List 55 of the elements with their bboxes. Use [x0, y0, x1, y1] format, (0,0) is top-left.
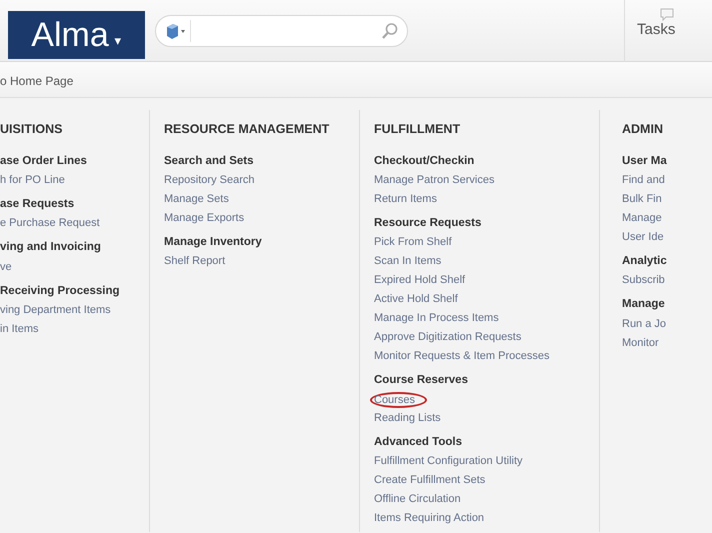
tasks-link[interactable]: Tasks — [637, 19, 676, 42]
menu-link[interactable]: Monitor — [622, 334, 659, 352]
menu-link[interactable]: h for PO Line — [0, 171, 65, 189]
search-box[interactable] — [155, 14, 408, 46]
menu-link[interactable]: Manage Sets — [164, 190, 229, 208]
group-heading: ving and Invoicing — [0, 240, 102, 256]
menu-link[interactable]: in Items — [0, 320, 39, 338]
section-title: RESOURCE MANAGEMENT — [164, 121, 330, 138]
group-heading: Advanced Tools — [374, 434, 463, 450]
home-page-link[interactable]: o Home Page — [0, 74, 74, 88]
menu-link[interactable]: Find and — [622, 171, 665, 189]
menu-link[interactable]: Pick From Shelf — [374, 233, 452, 252]
group-heading: Resource Requests — [374, 216, 482, 231]
menu-link[interactable]: Run a Jo — [622, 314, 666, 332]
menu-link[interactable]: e Purchase Request — [0, 214, 100, 232]
group-heading: ase Requests — [0, 197, 76, 212]
menu-link[interactable]: Manage Exports — [164, 209, 244, 227]
menu-link[interactable]: Manage — [622, 209, 662, 227]
search-icon[interactable] — [381, 22, 399, 40]
menu-link[interactable]: Approve Digitization Requests — [374, 328, 522, 346]
menu-link[interactable]: Create Fulfillment Sets — [374, 470, 486, 489]
logo-menu-button[interactable]: Alma ▾ — [8, 11, 145, 59]
group-heading: Manage Inventory — [164, 235, 263, 250]
menu-link[interactable]: Scan In Items — [374, 252, 442, 270]
menu-link[interactable]: Return Items — [374, 190, 437, 208]
menu-link[interactable]: Active Hold Shelf — [374, 290, 458, 308]
menu-link[interactable]: ving Department Items — [0, 300, 111, 319]
group-heading: Search and Sets — [164, 154, 254, 169]
menu-link[interactable]: Manage Patron Services — [374, 171, 494, 189]
group-heading: Manage — [622, 297, 666, 312]
group-heading: Receiving Processing — [0, 284, 121, 298]
menu-link[interactable]: Expired Hold Shelf — [374, 271, 466, 290]
speech-bubble-icon[interactable] — [660, 8, 674, 22]
section-title: FULFILLMENT — [374, 121, 462, 138]
menu-link[interactable]: Items Requiring Action — [374, 508, 484, 527]
menu-link[interactable]: User Ide — [622, 228, 664, 246]
section-title: ADMIN — [622, 121, 664, 138]
menu-link[interactable]: Fulfillment Configuration Utility — [374, 452, 523, 470]
menu-link[interactable]: Reading Lists — [374, 408, 441, 426]
menu-link[interactable]: ve — [0, 258, 12, 276]
menu-link[interactable]: Shelf Report — [164, 252, 226, 270]
group-heading: Analytic — [622, 254, 668, 269]
menu-link[interactable]: Offline Circulation — [374, 490, 461, 508]
group-heading: ase Order Lines — [0, 154, 88, 169]
menu-link[interactable]: Manage In Process Items — [374, 309, 499, 328]
menu-link[interactable]: Monitor Requests & Item Processes — [374, 347, 550, 366]
menu-link[interactable]: Subscrib — [622, 271, 665, 290]
menu-link[interactable]: Repository Search — [164, 171, 254, 189]
menu-link[interactable]: Courses — [370, 392, 427, 408]
group-heading: User Ma — [622, 154, 668, 169]
group-heading: Checkout/Checkin — [374, 154, 476, 169]
menu-link[interactable]: Bulk Fin — [622, 190, 662, 208]
cube-icon[interactable] — [164, 22, 186, 40]
group-heading: Course Reserves — [374, 373, 469, 388]
section-title: UISITIONS — [0, 121, 64, 138]
